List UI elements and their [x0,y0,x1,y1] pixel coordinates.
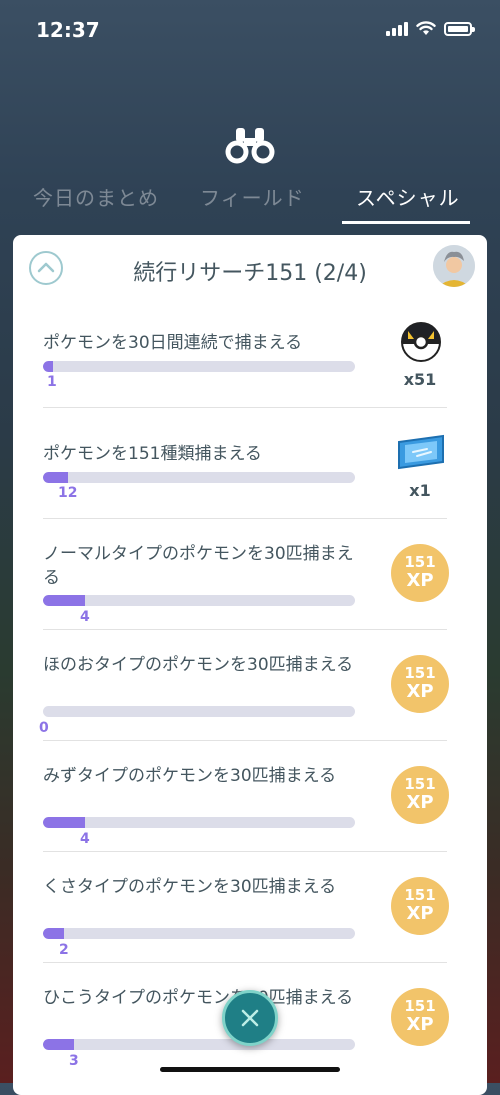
progress-bar [43,928,355,939]
xp-value: 151 [404,664,436,682]
progress-bar [43,1039,355,1050]
close-icon [241,1009,259,1027]
task-description: ノーマルタイプのポケモンを30匹捕まえる [43,544,354,588]
task-description: ほのおタイプのポケモンを30匹捕まえる [43,655,354,675]
divider [43,518,447,519]
xp-label: XP [406,903,434,924]
lucky-pass-icon [398,434,444,470]
progress-fill [43,928,64,939]
binoculars-icon [225,128,275,164]
progress-bar [43,817,355,828]
progress-count: 3 [69,1053,79,1069]
xp-label: XP [406,792,434,813]
progress-fill [43,817,85,828]
xp-label: XP [406,1014,434,1035]
reward-quantity: x51 [403,370,437,389]
status-bar: 12:37 [0,0,500,60]
xp-reward-badge: 151 XP [391,766,449,824]
wifi-icon [416,21,436,35]
progress-count: 12 [58,485,78,501]
cellular-signal-icon [386,20,408,36]
progress-bar [43,595,355,606]
xp-reward-badge: 151 XP [391,544,449,602]
research-card: 続行リサーチ151 (2/4) ポケモンを30日間連続で捕まえる 1 x51 ポ… [13,235,487,1095]
status-icons [386,20,475,36]
clock: 12:37 [36,18,100,42]
xp-reward-badge: 151 XP [391,655,449,713]
progress-bar [43,472,355,483]
xp-reward-badge: 151 XP [391,877,449,935]
divider [43,851,447,852]
progress-count: 4 [80,609,90,625]
research-title: 続行リサーチ151 (2/4) [133,261,367,286]
task-description: ポケモンを151種類捕まえる [43,444,262,464]
battery-icon [444,22,475,36]
progress-fill [43,1039,75,1050]
progress-bar [43,706,355,717]
divider [43,629,447,630]
task-description: くさタイプのポケモンを30匹捕まえる [43,877,337,897]
home-indicator [160,1067,340,1072]
task-description: みずタイプのポケモンを30匹捕まえる [43,766,337,786]
progress-count: 2 [59,942,69,958]
close-button[interactable] [222,990,278,1046]
progress-count: 4 [80,831,90,847]
tab-bar: 今日のまとめ フィールド スペシャル [0,176,500,226]
reward-quantity: x1 [409,481,431,500]
xp-value: 151 [404,997,436,1015]
tab-field[interactable]: フィールド [200,182,305,211]
avatar [433,245,475,287]
task-description: ポケモンを30日間連続で捕まえる [43,333,303,353]
xp-reward-badge: 151 XP [391,988,449,1046]
xp-value: 151 [404,775,436,793]
xp-label: XP [406,681,434,702]
xp-label: XP [406,570,434,591]
progress-bar [43,361,355,372]
progress-count: 0 [39,720,49,736]
tab-special[interactable]: スペシャル [356,182,460,211]
progress-count: 1 [47,374,57,390]
xp-value: 151 [404,553,436,571]
divider [43,740,447,741]
progress-fill [43,361,54,372]
task-description: ひこうタイプのポケモンを30匹捕まえる [43,988,354,1008]
ultra-ball-icon [401,322,441,362]
xp-value: 151 [404,886,436,904]
divider [43,407,447,408]
progress-fill [43,595,85,606]
divider [43,962,447,963]
progress-fill [43,472,68,483]
tab-today-summary[interactable]: 今日のまとめ [33,182,159,211]
professor-avatar-icon [433,245,475,287]
active-tab-indicator [342,221,470,224]
